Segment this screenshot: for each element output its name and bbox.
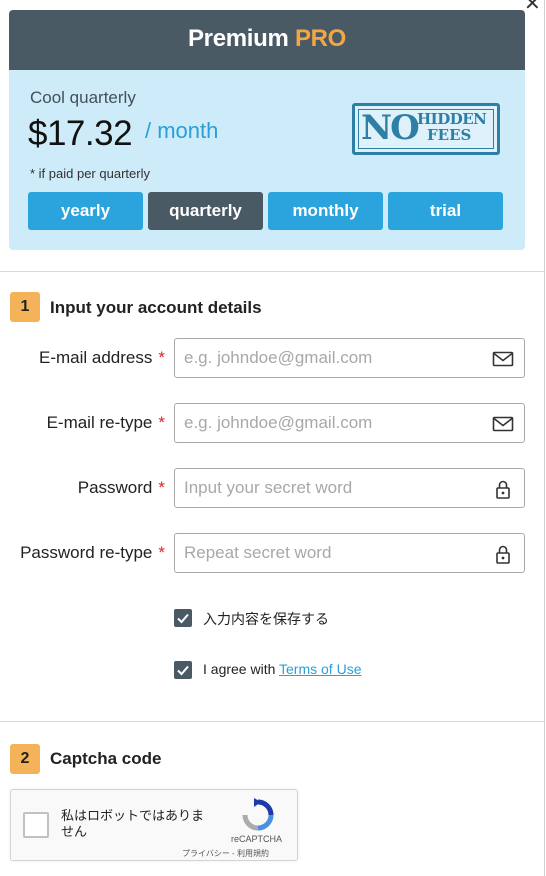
plan-note: * if paid per quarterly: [30, 166, 150, 181]
required-mark: *: [158, 348, 165, 367]
recaptcha-label: 私はロボットではありません: [61, 808, 205, 839]
email-retype-field[interactable]: [174, 403, 525, 443]
stamp-no-text: NO: [361, 108, 420, 148]
recaptcha-widget: 私はロボットではありません reCAPTCHA プライバシー - 利用規約: [10, 789, 298, 861]
plan-name: Cool quarterly: [30, 88, 136, 107]
stamp-hidden-text: HIDDEN: [417, 110, 487, 128]
password-retype-label: Password re-type *: [20, 543, 165, 563]
section-divider: [0, 721, 544, 722]
required-mark: *: [158, 413, 165, 432]
checkmark-icon: [177, 665, 189, 676]
password-label-text: Password: [77, 478, 153, 497]
password-retype-field[interactable]: [174, 533, 525, 573]
mail-icon: [492, 351, 514, 367]
mail-icon: [492, 416, 514, 432]
no-hidden-fees-stamp: NO HIDDEN FEES: [352, 103, 500, 155]
email-retype-label: E-mail re-type *: [47, 413, 165, 433]
plan-title-accent: PRO: [294, 25, 347, 52]
step-title: Input your account details: [50, 298, 262, 317]
period-button-trial[interactable]: trial: [388, 192, 503, 230]
email-retype-input[interactable]: [184, 412, 474, 434]
checkmark-icon: [177, 613, 189, 624]
recaptcha-privacy-links[interactable]: プライバシー - 利用規約: [182, 848, 269, 859]
email-field[interactable]: [174, 338, 525, 378]
step-number-badge: 2: [10, 744, 40, 774]
terms-of-use-link[interactable]: Terms of Use: [279, 661, 361, 677]
plan-summary: Cool quarterly $17.32 / month * if paid …: [9, 70, 525, 250]
email-label-text: E-mail address: [39, 348, 153, 367]
agree-label-text: I agree with: [203, 661, 280, 677]
panel-right-border: [544, 0, 545, 876]
close-icon[interactable]: ✕: [524, 0, 541, 14]
recaptcha-logo-icon: [242, 798, 274, 831]
password-retype-label-text: Password re-type: [20, 543, 153, 562]
recaptcha-brand: reCAPTCHA: [231, 834, 283, 844]
agree-label: I agree with Terms of Use: [203, 661, 361, 677]
email-input[interactable]: [184, 347, 474, 369]
plan-title: Premium PRO: [9, 10, 525, 68]
recaptcha-checkbox[interactable]: [23, 812, 49, 838]
required-mark: *: [158, 543, 165, 562]
period-button-yearly[interactable]: yearly: [28, 192, 143, 230]
step-number-badge: 1: [10, 292, 40, 322]
period-button-monthly[interactable]: monthly: [268, 192, 383, 230]
lock-icon: [496, 545, 510, 564]
plan-price: $17.32: [28, 114, 133, 153]
section-divider: [0, 271, 544, 272]
plan-title-text: Premium: [187, 25, 289, 52]
agree-checkbox[interactable]: [174, 661, 192, 679]
password-label: Password *: [78, 478, 165, 498]
plan-header: Premium PRO: [9, 10, 525, 70]
plan-price-period: / month: [145, 118, 219, 143]
required-mark: *: [158, 478, 165, 497]
password-retype-input[interactable]: [184, 542, 474, 564]
email-retype-label-text: E-mail re-type: [46, 413, 153, 432]
stamp-fees-text: FEES: [427, 126, 472, 144]
lock-icon: [496, 480, 510, 499]
password-input[interactable]: [184, 477, 474, 499]
remember-checkbox[interactable]: [174, 609, 192, 627]
step-title: Captcha code: [50, 749, 162, 768]
remember-label[interactable]: 入力内容を保存する: [203, 609, 329, 629]
period-button-quarterly[interactable]: quarterly: [148, 192, 263, 230]
password-field[interactable]: [174, 468, 525, 508]
email-label: E-mail address *: [39, 348, 165, 368]
